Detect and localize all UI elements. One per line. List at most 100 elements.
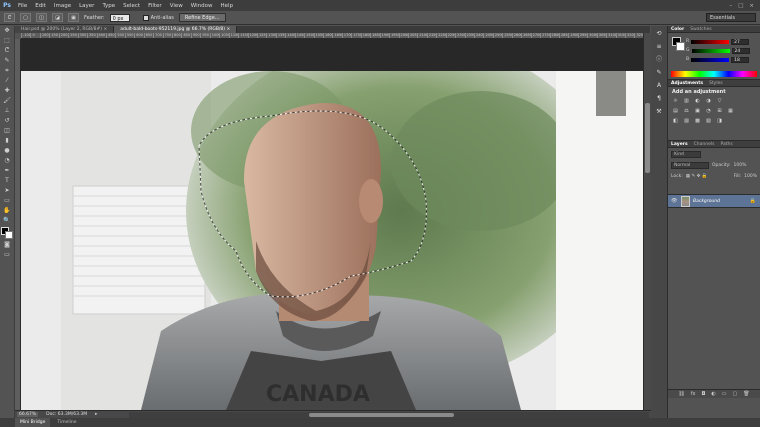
tab-timeline[interactable]: Timeline bbox=[52, 418, 81, 427]
invert-icon[interactable]: ◧ bbox=[672, 118, 679, 125]
posterize-icon[interactable]: ▨ bbox=[683, 118, 690, 125]
menu-file[interactable]: File bbox=[14, 3, 31, 9]
tab-adjustments[interactable]: Adjustments bbox=[671, 81, 703, 86]
info-icon[interactable]: ⓘ bbox=[655, 55, 664, 64]
clone-stamp-tool-icon[interactable]: ⊥ bbox=[2, 107, 12, 115]
tab-layers[interactable]: Layers bbox=[671, 142, 688, 147]
screen-mode-icon[interactable]: ▭ bbox=[2, 251, 12, 259]
link-layers-icon[interactable]: ⛓ bbox=[678, 391, 684, 397]
new-layer-icon[interactable]: ▢ bbox=[733, 391, 738, 397]
red-value[interactable]: 27 bbox=[731, 38, 750, 45]
brush-presets-icon[interactable]: ✎ bbox=[655, 68, 664, 77]
quick-mask-icon[interactable]: ◙ bbox=[2, 241, 12, 249]
refine-edge-button[interactable]: Refine Edge... bbox=[178, 13, 226, 22]
tab-hair-psd[interactable]: Hair.psd @ 200% (Layer 2, RGB/8#) × bbox=[15, 26, 115, 33]
levels-icon[interactable]: ▥ bbox=[683, 98, 690, 105]
path-selection-tool-icon[interactable]: ➤ bbox=[2, 187, 12, 195]
character-icon[interactable]: A bbox=[655, 81, 664, 90]
menu-type[interactable]: Type bbox=[98, 3, 119, 9]
document-photo[interactable]: CANADA bbox=[21, 71, 643, 410]
opacity-value[interactable]: 100% bbox=[734, 163, 747, 168]
workspace-select[interactable]: Essentials bbox=[706, 13, 756, 22]
color-swatches[interactable] bbox=[0, 227, 14, 239]
intersect-selection-icon[interactable]: ▣ bbox=[68, 13, 79, 22]
move-tool-icon[interactable]: ✥ bbox=[2, 27, 12, 35]
menu-image[interactable]: Image bbox=[50, 3, 75, 9]
vertical-scroll-thumb[interactable] bbox=[645, 103, 650, 173]
history-icon[interactable]: ⟲ bbox=[655, 29, 664, 38]
layer-mask-icon[interactable]: ◘ bbox=[701, 391, 705, 397]
hand-tool-icon[interactable]: ✋ bbox=[2, 207, 12, 215]
tab-color[interactable]: Color bbox=[671, 27, 684, 32]
vibrance-icon[interactable]: ▽ bbox=[716, 98, 723, 105]
color-spectrum[interactable] bbox=[671, 71, 757, 77]
curves-icon[interactable]: ◐ bbox=[694, 98, 701, 105]
crop-tool-icon[interactable]: ⌗ bbox=[2, 67, 12, 75]
menu-filter[interactable]: Filter bbox=[144, 3, 166, 9]
adjustment-layer-icon[interactable]: ◐ bbox=[711, 391, 715, 397]
type-tool-icon[interactable]: T bbox=[2, 177, 12, 185]
canvas-area[interactable]: CANADA bbox=[21, 39, 643, 410]
healing-brush-tool-icon[interactable]: ✚ bbox=[2, 87, 12, 95]
vertical-scrollbar[interactable] bbox=[643, 33, 651, 410]
quick-select-tool-icon[interactable]: ✎ bbox=[2, 57, 12, 65]
tab-bald-jpg[interactable]: adult-bald-boots-952119.jpg @ 66.7% (RGB… bbox=[114, 26, 238, 33]
red-slider[interactable] bbox=[691, 39, 730, 44]
add-selection-icon[interactable]: ◫ bbox=[36, 13, 47, 22]
close-button[interactable]: × bbox=[749, 3, 754, 9]
status-menu-arrow-icon[interactable]: ▸ bbox=[95, 412, 97, 417]
new-selection-icon[interactable]: ▢ bbox=[20, 13, 31, 22]
eyedropper-tool-icon[interactable]: ⁄ bbox=[2, 77, 12, 85]
tab-paths[interactable]: Paths bbox=[720, 142, 732, 147]
blend-mode-select[interactable]: Normal bbox=[671, 162, 709, 169]
blue-value[interactable]: 18 bbox=[731, 56, 750, 63]
zoom-tool-icon[interactable]: 🔍 bbox=[2, 217, 12, 225]
anti-alias-toggle[interactable]: Anti-alias bbox=[142, 14, 174, 21]
horizontal-scroll-thumb[interactable] bbox=[309, 412, 454, 417]
lasso-tool-icon[interactable]: ᕦ bbox=[2, 47, 12, 55]
lock-icons[interactable]: ▦ ✎ ✥ 🔒 bbox=[686, 174, 708, 179]
menu-help[interactable]: Help bbox=[216, 3, 237, 9]
color-balance-icon[interactable]: ⚖ bbox=[683, 108, 690, 115]
menu-window[interactable]: Window bbox=[187, 3, 217, 9]
anti-alias-checkbox[interactable] bbox=[142, 14, 149, 21]
layer-kind-filter[interactable]: Kind bbox=[671, 151, 701, 158]
green-slider[interactable] bbox=[691, 48, 730, 53]
subtract-selection-icon[interactable]: ◪ bbox=[52, 13, 63, 22]
pen-tool-icon[interactable]: ✒ bbox=[2, 167, 12, 175]
gradient-map-icon[interactable]: ▧ bbox=[705, 118, 712, 125]
properties-icon[interactable]: ≡ bbox=[655, 42, 664, 51]
eye-icon[interactable]: 👁 bbox=[671, 198, 678, 204]
channel-mixer-icon[interactable]: ⊞ bbox=[716, 108, 723, 115]
layer-background[interactable]: 👁 Background 🔒 bbox=[668, 194, 760, 208]
exposure-icon[interactable]: ◑ bbox=[705, 98, 712, 105]
menu-layer[interactable]: Layer bbox=[75, 3, 98, 9]
tool-presets-icon[interactable]: ⚒ bbox=[655, 107, 664, 116]
menu-view[interactable]: View bbox=[166, 3, 187, 9]
lasso-tool-preset-icon[interactable]: ᕦ bbox=[4, 13, 15, 22]
gradient-tool-icon[interactable]: ▮ bbox=[2, 137, 12, 145]
maximize-button[interactable]: □ bbox=[738, 3, 743, 9]
menu-select[interactable]: Select bbox=[119, 3, 144, 9]
trash-icon[interactable]: 🗑 bbox=[743, 391, 749, 397]
minimize-button[interactable]: – bbox=[729, 3, 732, 9]
layer-name[interactable]: Background bbox=[693, 199, 720, 204]
tab-swatches[interactable]: Swatches bbox=[690, 27, 712, 32]
hue-saturation-icon[interactable]: ▤ bbox=[672, 108, 679, 115]
selective-color-icon[interactable]: ◨ bbox=[716, 118, 723, 125]
marquee-tool-icon[interactable]: ⬚ bbox=[2, 37, 12, 45]
tab-styles[interactable]: Styles bbox=[709, 81, 723, 86]
brightness-contrast-icon[interactable]: ☼ bbox=[672, 98, 679, 105]
tab-mini-bridge[interactable]: Mini Bridge bbox=[15, 418, 51, 427]
zoom-level[interactable]: 66.67% bbox=[17, 412, 39, 417]
new-group-icon[interactable]: ▭ bbox=[722, 391, 727, 397]
fill-value[interactable]: 100% bbox=[744, 174, 757, 179]
tab-channels[interactable]: Channels bbox=[694, 142, 715, 147]
blue-slider[interactable] bbox=[691, 57, 730, 62]
panel-background-color[interactable] bbox=[676, 42, 685, 51]
layer-style-icon[interactable]: fx bbox=[691, 391, 696, 397]
black-white-icon[interactable]: ▣ bbox=[694, 108, 701, 115]
brush-tool-icon[interactable]: 🖌 bbox=[2, 97, 12, 105]
blur-tool-icon[interactable]: ● bbox=[2, 147, 12, 155]
photo-filter-icon[interactable]: ◔ bbox=[705, 108, 712, 115]
